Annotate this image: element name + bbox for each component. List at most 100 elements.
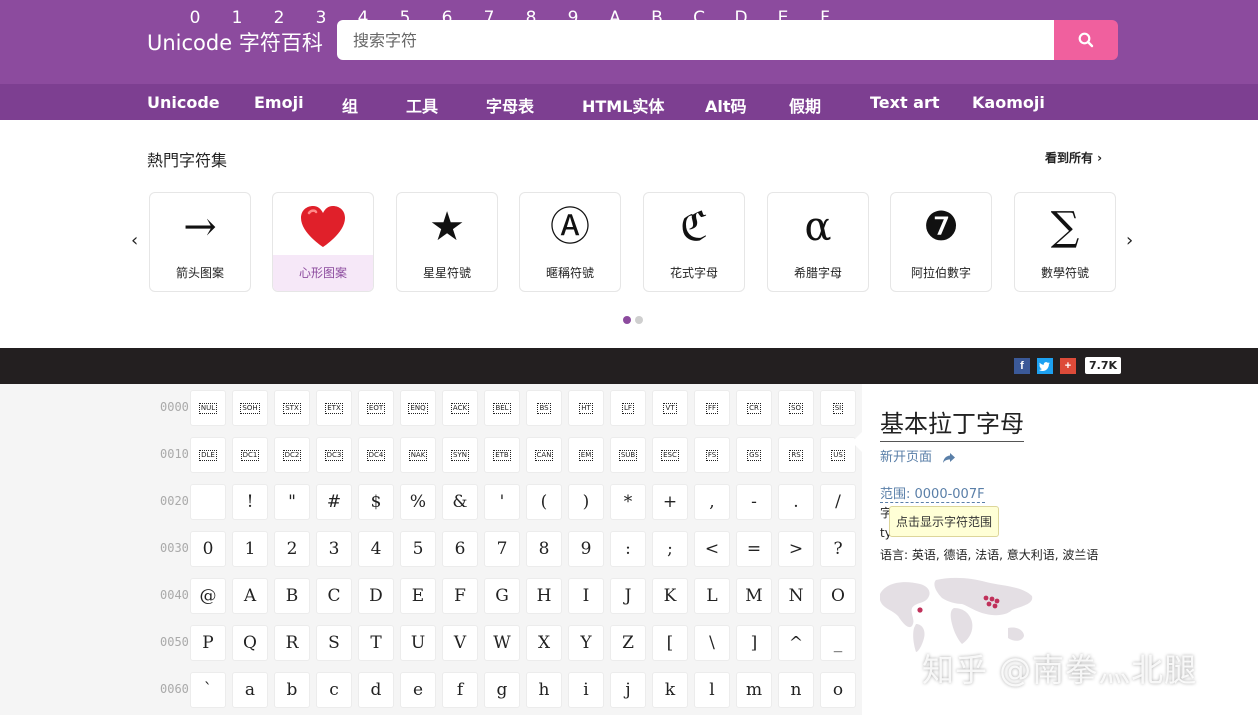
nav-text-art[interactable]: Text art bbox=[870, 93, 940, 112]
char-cell[interactable]: h bbox=[526, 672, 562, 708]
char-cell[interactable]: N bbox=[778, 578, 814, 614]
char-cell[interactable]: f bbox=[442, 672, 478, 708]
card-fancy-letters[interactable]: ℭ 花式字母 bbox=[643, 192, 745, 292]
char-cell[interactable]: \ bbox=[694, 625, 730, 661]
char-cell[interactable]: 8 bbox=[526, 531, 562, 567]
char-cell[interactable]: [ bbox=[652, 625, 688, 661]
char-cell[interactable]: 4 bbox=[358, 531, 394, 567]
char-cell[interactable]: % bbox=[400, 484, 436, 520]
char-cell[interactable]: - bbox=[736, 484, 772, 520]
char-cell[interactable]: a bbox=[232, 672, 268, 708]
char-cell[interactable]: " bbox=[274, 484, 310, 520]
char-cell[interactable]: m bbox=[736, 672, 772, 708]
nav-holidays[interactable]: 假期 bbox=[789, 93, 821, 117]
char-cell[interactable]: E bbox=[400, 578, 436, 614]
char-cell[interactable]: V bbox=[442, 625, 478, 661]
char-cell[interactable]: FF bbox=[694, 390, 730, 426]
char-cell[interactable]: < bbox=[694, 531, 730, 567]
char-cell[interactable]: VT bbox=[652, 390, 688, 426]
search-button[interactable] bbox=[1054, 20, 1118, 60]
char-cell[interactable]: NUL bbox=[190, 390, 226, 426]
char-cell[interactable]: ! bbox=[232, 484, 268, 520]
nav-alt-codes[interactable]: Alt码 bbox=[705, 93, 747, 117]
char-cell[interactable]: ^ bbox=[778, 625, 814, 661]
char-cell[interactable]: : bbox=[610, 531, 646, 567]
char-cell[interactable]: j bbox=[610, 672, 646, 708]
char-cell[interactable]: M bbox=[736, 578, 772, 614]
card-arabic-numerals[interactable]: ❼ 阿拉伯數字 bbox=[890, 192, 992, 292]
char-cell[interactable]: ESC bbox=[652, 437, 688, 473]
char-cell[interactable]: $ bbox=[358, 484, 394, 520]
nav-groups[interactable]: 组 bbox=[342, 93, 358, 117]
char-cell[interactable]: P bbox=[190, 625, 226, 661]
char-cell[interactable]: ETB bbox=[484, 437, 520, 473]
char-cell[interactable]: GS bbox=[736, 437, 772, 473]
char-cell[interactable]: O bbox=[820, 578, 856, 614]
nav-tools[interactable]: 工具 bbox=[406, 93, 438, 117]
char-cell[interactable]: CAN bbox=[526, 437, 562, 473]
char-cell[interactable]: b bbox=[274, 672, 310, 708]
char-cell[interactable]: C bbox=[316, 578, 352, 614]
char-cell[interactable]: DC2 bbox=[274, 437, 310, 473]
char-cell[interactable]: Y bbox=[568, 625, 604, 661]
char-cell[interactable]: BEL bbox=[484, 390, 520, 426]
char-cell[interactable]: SOH bbox=[232, 390, 268, 426]
char-cell[interactable]: LF bbox=[610, 390, 646, 426]
char-cell[interactable]: c bbox=[316, 672, 352, 708]
char-cell[interactable]: I bbox=[568, 578, 604, 614]
carousel-prev-button[interactable]: ‹ bbox=[131, 230, 138, 251]
char-cell[interactable]: e bbox=[400, 672, 436, 708]
char-cell[interactable]: 2 bbox=[274, 531, 310, 567]
char-cell[interactable]: @ bbox=[190, 578, 226, 614]
char-cell[interactable]: o bbox=[820, 672, 856, 708]
char-cell[interactable]: SO bbox=[778, 390, 814, 426]
nav-html-entities[interactable]: HTML实体 bbox=[582, 93, 664, 117]
char-cell[interactable]: EOT bbox=[358, 390, 394, 426]
char-cell[interactable]: * bbox=[610, 484, 646, 520]
google-plus-icon[interactable]: + bbox=[1060, 358, 1076, 374]
char-cell[interactable]: 3 bbox=[316, 531, 352, 567]
nav-unicode[interactable]: Unicode bbox=[147, 93, 220, 112]
char-cell[interactable]: + bbox=[652, 484, 688, 520]
char-cell[interactable]: ENQ bbox=[400, 390, 436, 426]
carousel-next-button[interactable]: › bbox=[1126, 230, 1133, 251]
new-page-link[interactable]: 新开页面 bbox=[880, 446, 956, 465]
range-link[interactable]: 范围: 0000-007F bbox=[880, 483, 985, 503]
card-greek[interactable]: α 希腊字母 bbox=[767, 192, 869, 292]
char-cell[interactable]: _ bbox=[820, 625, 856, 661]
char-cell[interactable]: n bbox=[778, 672, 814, 708]
nav-alphabets[interactable]: 字母表 bbox=[486, 93, 534, 117]
char-cell[interactable]: ? bbox=[820, 531, 856, 567]
char-cell[interactable]: # bbox=[316, 484, 352, 520]
char-cell[interactable]: . bbox=[778, 484, 814, 520]
char-cell[interactable]: X bbox=[526, 625, 562, 661]
char-cell[interactable]: D bbox=[358, 578, 394, 614]
card-arrows[interactable]: → 箭头图案 bbox=[149, 192, 251, 292]
char-cell[interactable]: STX bbox=[274, 390, 310, 426]
char-cell[interactable]: DC3 bbox=[316, 437, 352, 473]
char-cell[interactable]: = bbox=[736, 531, 772, 567]
char-cell[interactable]: 7 bbox=[484, 531, 520, 567]
char-cell[interactable]: T bbox=[358, 625, 394, 661]
char-cell[interactable]: Q bbox=[232, 625, 268, 661]
char-cell[interactable]: DC4 bbox=[358, 437, 394, 473]
char-cell[interactable]: H bbox=[526, 578, 562, 614]
char-cell[interactable]: i bbox=[568, 672, 604, 708]
char-cell[interactable]: R bbox=[274, 625, 310, 661]
char-cell[interactable]: K bbox=[652, 578, 688, 614]
char-cell[interactable]: g bbox=[484, 672, 520, 708]
char-cell[interactable]: DLE bbox=[190, 437, 226, 473]
card-nickname[interactable]: Ⓐ 暱稱符號 bbox=[519, 192, 621, 292]
char-cell[interactable]: SYN bbox=[442, 437, 478, 473]
char-cell[interactable]: BS bbox=[526, 390, 562, 426]
char-cell[interactable]: 9 bbox=[568, 531, 604, 567]
char-cell[interactable]: DC1 bbox=[232, 437, 268, 473]
char-cell[interactable]: / bbox=[820, 484, 856, 520]
char-cell[interactable]: US bbox=[820, 437, 856, 473]
facebook-icon[interactable]: f bbox=[1014, 358, 1030, 374]
see-all-link[interactable]: 看到所有 › bbox=[1045, 149, 1102, 166]
char-cell[interactable]: FS bbox=[694, 437, 730, 473]
char-cell[interactable]: ) bbox=[568, 484, 604, 520]
char-cell[interactable]: ' bbox=[484, 484, 520, 520]
char-cell[interactable]: U bbox=[400, 625, 436, 661]
